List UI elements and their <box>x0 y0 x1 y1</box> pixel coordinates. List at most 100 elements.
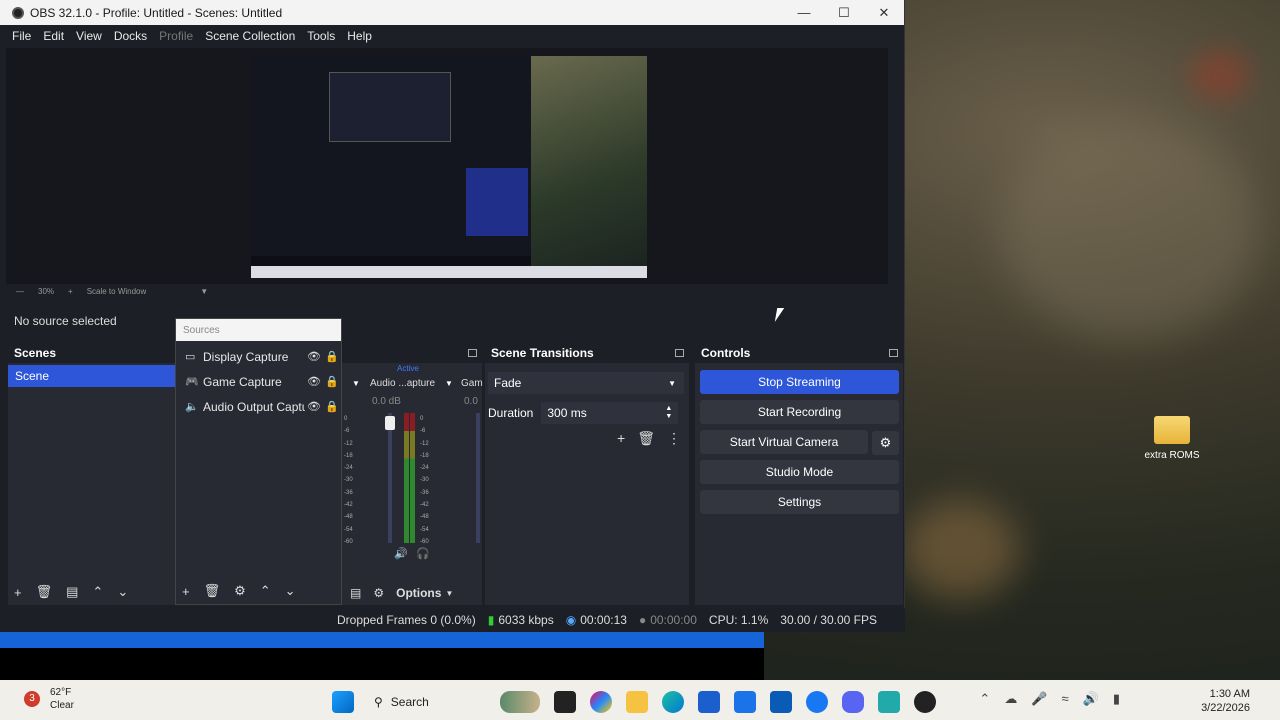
preview-canvas[interactable] <box>251 56 647 278</box>
store-icon[interactable] <box>698 691 720 713</box>
close-icon[interactable]: ✕ <box>864 5 904 21</box>
remove-scene-icon[interactable]: 🗑 <box>36 584 53 600</box>
zoom-out-icon[interactable]: — <box>16 287 24 296</box>
monitor-icon[interactable]: 🎧 <box>416 547 430 560</box>
menu-scene-collection[interactable]: Scene Collection <box>199 29 301 43</box>
wifi-icon[interactable]: ≈ <box>1062 691 1069 707</box>
volume-fader-knob[interactable] <box>385 416 395 430</box>
visibility-eye-icon[interactable]: 👁 <box>305 350 323 363</box>
edge-icon[interactable] <box>662 691 684 713</box>
scale-dropdown-icon[interactable]: ▼ <box>200 287 208 296</box>
weather-widget[interactable]: 3 62°F Clear <box>24 686 74 712</box>
cloud-icon[interactable]: ☁ <box>1004 691 1017 707</box>
mute-icon[interactable]: 🔊 <box>394 547 408 560</box>
options-dropdown-icon[interactable]: ▼ <box>445 589 453 598</box>
undock-icon[interactable] <box>889 349 898 357</box>
filters-icon[interactable]: ▤ <box>66 584 78 600</box>
start-recording-button[interactable]: Start Recording <box>700 400 899 424</box>
obs-taskbar-icon[interactable] <box>914 691 936 713</box>
lock-icon[interactable]: 🔒 <box>323 375 341 388</box>
add-scene-icon[interactable]: + <box>14 585 22 600</box>
sources-dock: Sources ▭ Display Capture 👁 🔒 🎮 Game Cap… <box>175 318 342 605</box>
menu-edit[interactable]: Edit <box>37 29 70 43</box>
title-bar: OBS 32.1.0 - Profile: Untitled - Scenes:… <box>0 0 904 25</box>
desktop-folder-extra-roms[interactable]: extra ROMS <box>1142 416 1202 461</box>
app-icon[interactable] <box>878 691 900 713</box>
remove-source-icon[interactable]: 🗑 <box>204 583 221 599</box>
visibility-eye-icon[interactable]: 👁 <box>305 375 323 388</box>
bitrate: 6033 kbps <box>498 613 554 627</box>
editor-icon[interactable] <box>734 691 756 713</box>
stop-streaming-button[interactable]: Stop Streaming <box>700 370 899 394</box>
file-explorer-icon[interactable] <box>626 691 648 713</box>
volume-fader[interactable] <box>476 413 480 543</box>
menu-docks[interactable]: Docks <box>108 29 153 43</box>
messenger-icon[interactable] <box>806 691 828 713</box>
meter-scale-tick: -48 <box>344 514 353 521</box>
windows-start-icon[interactable] <box>332 691 354 713</box>
volume-icon[interactable]: 🔊 <box>1083 691 1099 707</box>
add-transition-icon[interactable]: + <box>617 430 625 447</box>
move-up-icon[interactable]: ⌃ <box>260 583 271 599</box>
dropped-frames: Dropped Frames 0 (0.0%) <box>337 613 476 627</box>
no-source-label: No source selected <box>14 314 117 328</box>
virtual-camera-settings-icon[interactable]: ⚙ <box>872 431 899 455</box>
desktop-wallpaper-shape <box>1190 50 1250 100</box>
undock-icon[interactable] <box>468 349 477 357</box>
menu-file[interactable]: File <box>6 29 37 43</box>
sources-title: Sources <box>176 319 341 341</box>
source-item-game-capture[interactable]: 🎮 Game Capture 👁 🔒 <box>176 369 341 394</box>
duration-spinbox[interactable]: 300 ms ▲ ▼ <box>541 402 679 424</box>
tray-overflow-icon[interactable]: ⌃ <box>979 691 990 707</box>
taskbar-search[interactable]: ⚲ Search <box>368 688 486 716</box>
task-view-icon[interactable] <box>554 691 576 713</box>
studio-mode-button[interactable]: Studio Mode <box>700 460 899 484</box>
visibility-eye-icon[interactable]: 👁 <box>305 400 323 413</box>
clock[interactable]: 1:30 AM 3/22/2026 <box>1201 687 1250 715</box>
transition-select[interactable]: Fade ▼ <box>488 372 684 394</box>
mixer-layout-icon[interactable]: ▤ <box>350 586 361 600</box>
obs-window: OBS 32.1.0 - Profile: Untitled - Scenes:… <box>0 0 905 632</box>
zoom-level: 30% <box>38 286 55 296</box>
search-icon: ⚲ <box>374 695 383 709</box>
volume-fader[interactable] <box>388 413 392 543</box>
source-properties-icon[interactable]: ⚙ <box>234 583 246 599</box>
lock-icon[interactable]: 🔒 <box>323 350 341 363</box>
outlook-icon[interactable] <box>770 691 792 713</box>
menu-profile[interactable]: Profile <box>153 29 199 43</box>
source-item-audio-output-capture[interactable]: 🔈 Audio Output Capture 👁 🔒 <box>176 394 341 419</box>
clock-date: 3/22/2026 <box>1201 702 1250 714</box>
move-up-icon[interactable]: ⌃ <box>92 584 103 600</box>
mixer-options-button[interactable]: Options <box>396 586 441 600</box>
move-down-icon[interactable]: ⌄ <box>285 583 296 599</box>
mixer-channel-menu-icon[interactable]: ▼ <box>352 379 360 388</box>
discord-icon[interactable] <box>842 691 864 713</box>
remove-transition-icon[interactable]: 🗑 <box>637 430 655 447</box>
settings-button[interactable]: Settings <box>700 490 899 514</box>
copilot-icon[interactable] <box>590 691 612 713</box>
battery-icon[interactable]: ▮ <box>1113 691 1120 707</box>
mixer-channel-menu-icon[interactable]: ▼ <box>445 379 453 388</box>
mixer-settings-icon[interactable]: ⚙ <box>373 586 384 600</box>
menu-tools[interactable]: Tools <box>301 29 341 43</box>
add-source-icon[interactable]: + <box>182 584 190 599</box>
spin-arrows-icon[interactable]: ▲ ▼ <box>665 405 672 421</box>
preview-nested-taskbar <box>251 266 647 278</box>
zoom-in-icon[interactable]: + <box>68 287 73 296</box>
scenes-header: Scenes <box>8 343 176 363</box>
maximize-icon[interactable]: ☐ <box>824 5 864 21</box>
meter-scale-tick: -60 <box>344 538 353 545</box>
menu-help[interactable]: Help <box>341 29 378 43</box>
widgets-icon[interactable] <box>500 691 540 713</box>
menu-view[interactable]: View <box>70 29 108 43</box>
start-virtual-camera-button[interactable]: Start Virtual Camera <box>700 430 868 454</box>
scene-item[interactable]: Scene <box>8 365 176 387</box>
minimize-icon[interactable]: — <box>784 5 824 21</box>
undock-icon[interactable] <box>675 349 684 357</box>
microphone-icon[interactable]: 🎤 <box>1031 691 1047 707</box>
more-options-icon[interactable]: ⋮ <box>667 430 681 447</box>
lock-icon[interactable]: 🔒 <box>323 400 341 413</box>
scale-mode[interactable]: Scale to Window <box>87 287 147 296</box>
move-down-icon[interactable]: ⌄ <box>117 584 128 600</box>
source-item-display-capture[interactable]: ▭ Display Capture 👁 🔒 <box>176 344 341 369</box>
